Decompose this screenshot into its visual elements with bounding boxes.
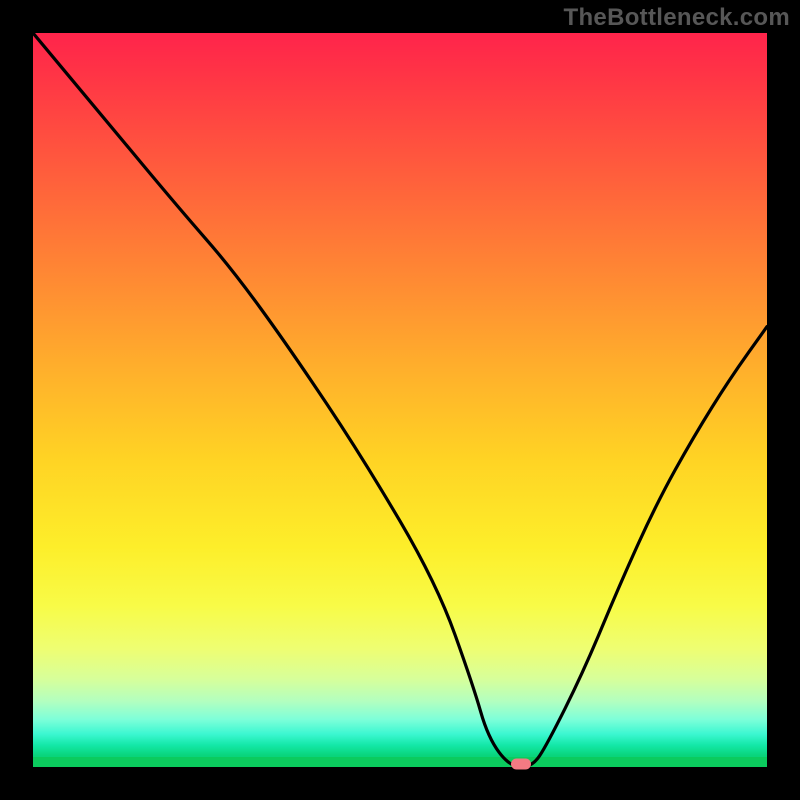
curve-path — [33, 33, 767, 767]
bottleneck-curve — [33, 33, 767, 767]
chart-container: TheBottleneck.com — [0, 0, 800, 800]
optimum-marker — [511, 759, 531, 770]
watermark-text: TheBottleneck.com — [564, 4, 790, 32]
plot-area — [33, 33, 767, 767]
